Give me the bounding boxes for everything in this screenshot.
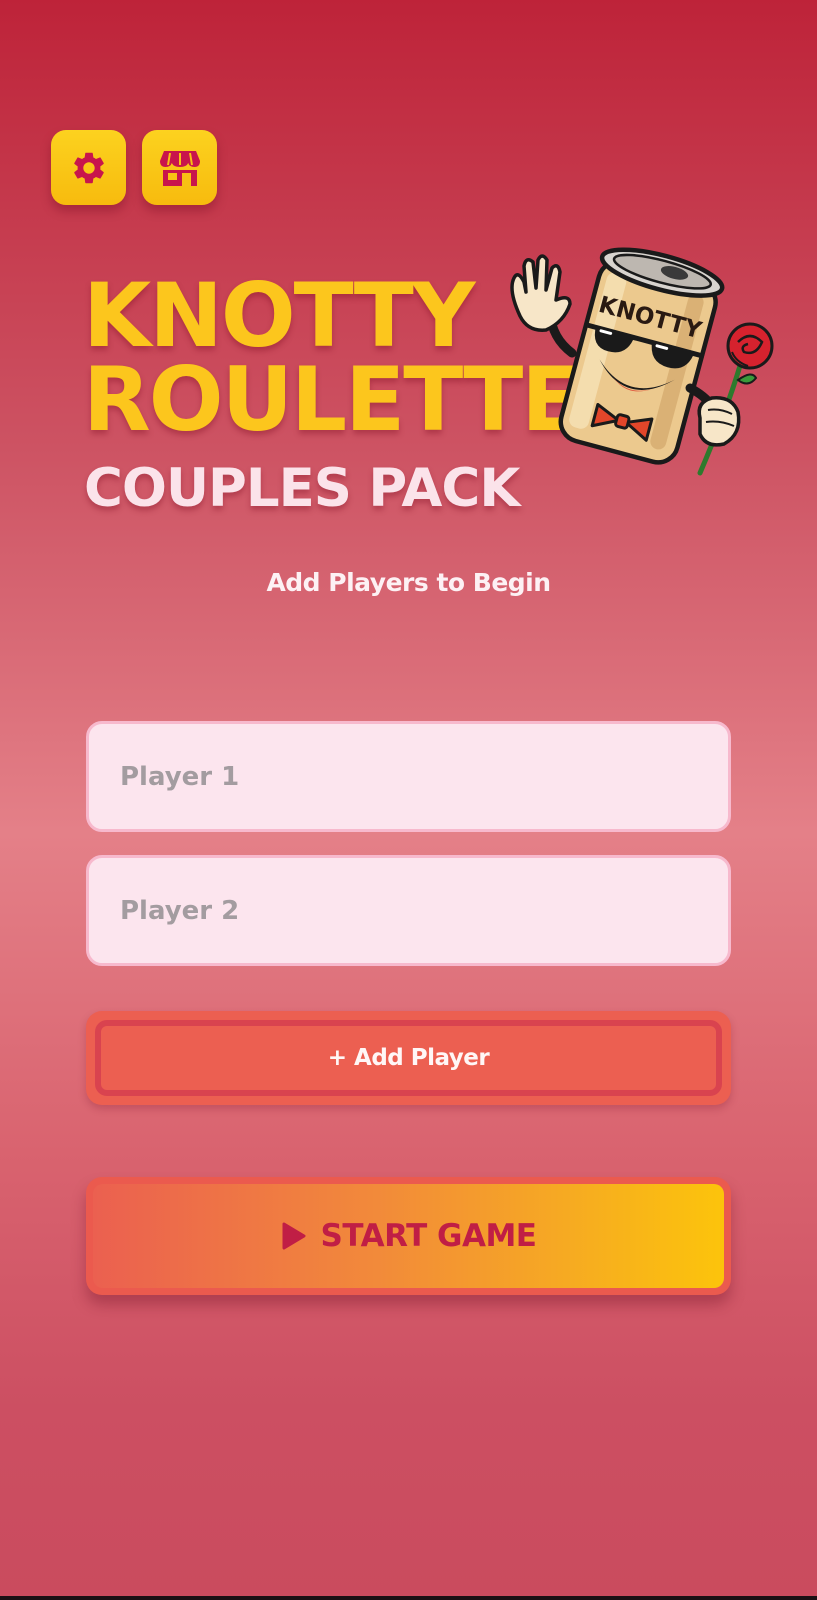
add-players-prompt: Add Players to Begin	[266, 568, 551, 597]
start-game-label: START GAME	[320, 1218, 537, 1254]
play-icon	[282, 1222, 306, 1250]
home-screen: KNOTTY ROULETTE COUPLES PACK KNOTTY Add …	[0, 0, 817, 1600]
player-1-name-input[interactable]	[86, 721, 731, 832]
player-2-name-input[interactable]	[86, 855, 731, 966]
settings-button[interactable]	[51, 130, 126, 205]
pack-subtitle: COUPLES PACK	[84, 458, 520, 519]
add-player-button[interactable]: + Add Player	[86, 1011, 731, 1105]
gear-icon	[73, 152, 104, 183]
start-game-button-face: START GAME	[93, 1184, 724, 1288]
title-line-1: KNOTTY	[83, 264, 475, 367]
shop-button[interactable]	[142, 130, 217, 205]
mascot-can-illustration: KNOTTY	[510, 247, 774, 476]
system-bottom-edge	[0, 1596, 817, 1600]
waving-hand-icon	[510, 254, 572, 332]
rose-icon	[726, 322, 774, 370]
start-game-button[interactable]: START GAME	[86, 1177, 731, 1295]
add-player-label: + Add Player	[95, 1020, 722, 1096]
storefront-icon	[159, 150, 200, 186]
